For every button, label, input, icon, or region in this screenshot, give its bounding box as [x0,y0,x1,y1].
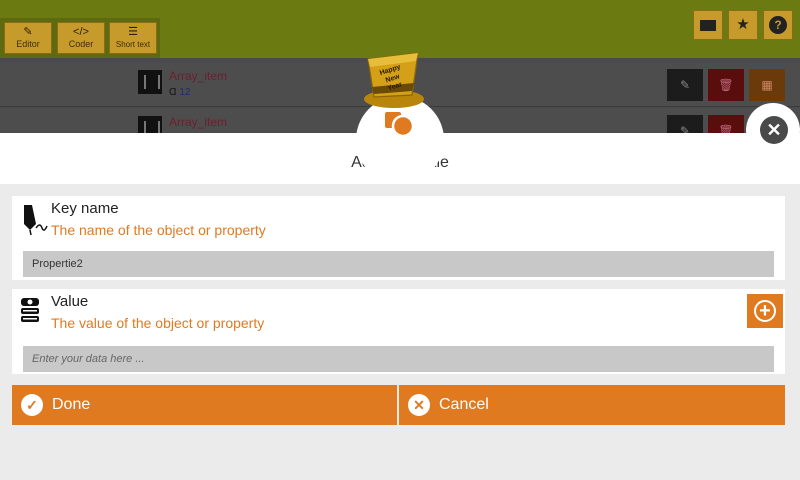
done-button[interactable]: ✓ Done [12,385,397,425]
plus-circle-icon: + [754,300,776,322]
help-button[interactable]: ? [763,10,793,40]
value-section: Value The value of the object or propert… [12,289,785,374]
database-icon [21,298,39,322]
edit-icon: ✎ [23,26,33,38]
check-icon: ✓ [21,394,43,416]
happy-new-year-hat-icon: Happy New Year [364,52,424,108]
key-name-label: Key name [51,200,119,217]
short-text-button[interactable]: ☰ Short text [109,22,157,54]
value-label: Value [51,293,89,310]
close-icon[interactable]: ✕ [760,116,788,144]
help-icon: ? [769,16,787,34]
favorite-button[interactable]: ★ [728,10,758,40]
cancel-icon: ✕ [408,394,430,416]
monitor-icon [700,20,716,31]
key-name-section: Key name The name of the object or prope… [12,196,785,280]
cancel-button[interactable]: ✕ Cancel [399,385,785,425]
note-icon: ☰ [128,26,138,38]
edit-row-button[interactable]: ✎ [667,69,703,101]
value-description: The value of the object or property [51,315,265,331]
value-input[interactable] [23,346,774,372]
array-icon [138,70,162,94]
grid-row-button[interactable]: ▦ [749,69,785,101]
key-name-description: The name of the object or property [51,222,266,238]
code-icon: </> [73,26,89,38]
app-logo-icon [385,112,415,138]
monitor-button[interactable] [693,10,723,40]
add-value-button[interactable]: + [747,294,783,328]
coder-button[interactable]: </> Coder [57,22,105,54]
delete-row-button[interactable]: 🗑 [708,69,744,101]
star-icon: ★ [736,16,750,33]
row-title: Array_item [169,115,228,129]
editor-button[interactable]: ✎ Editor [4,22,52,54]
row-title: Array_item [169,69,228,83]
key-name-input[interactable] [23,251,774,277]
pen-icon [24,205,48,236]
row-meta: Ɑ 12 [169,87,191,98]
